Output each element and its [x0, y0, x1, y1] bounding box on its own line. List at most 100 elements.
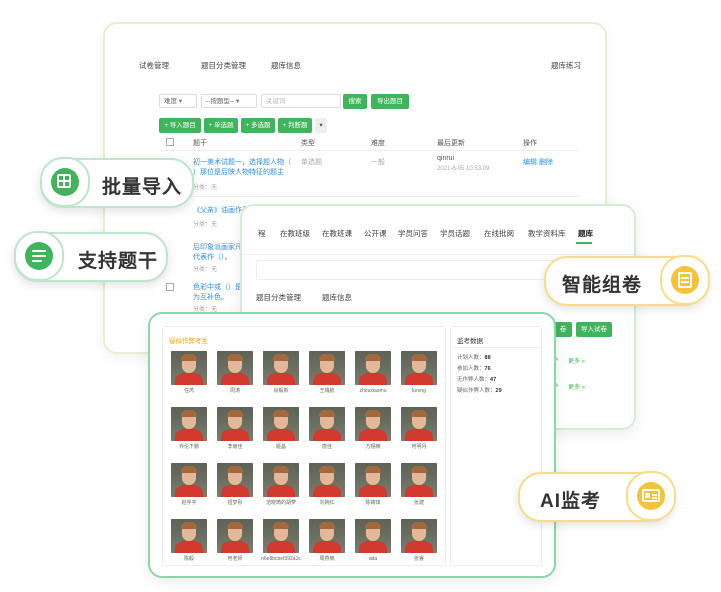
student-photo[interactable] [217, 407, 253, 441]
question-category: 分类：无 [193, 222, 218, 228]
student-photo[interactable] [217, 351, 253, 385]
more-link[interactable]: 更多 » [568, 356, 585, 365]
question-title[interactable]: 色彩中或（）是 [193, 282, 242, 292]
student-photo[interactable] [171, 351, 207, 385]
student-name: 唐佳 [321, 444, 332, 450]
row-checkbox[interactable] [166, 283, 174, 291]
keyword-input[interactable]: 关键词 [261, 94, 341, 108]
student-photo[interactable] [355, 519, 391, 553]
add-true-false-button[interactable]: + 判断题 [278, 118, 312, 133]
question-type: 单选题 [301, 159, 322, 166]
student-photo[interactable] [171, 407, 207, 441]
question-difficulty: 一般 [371, 159, 385, 166]
search-button[interactable]: 搜索 [343, 94, 367, 109]
student-name: ada [368, 556, 378, 562]
nav-tab-course[interactable]: 程 [258, 228, 266, 239]
student-name: 万翔楠 [365, 444, 381, 450]
nav-tab-bank-practice[interactable]: 题库练习 [551, 60, 581, 71]
student-photo[interactable] [309, 407, 345, 441]
student-photo[interactable] [401, 463, 437, 497]
question-type-select[interactable]: --按题型-- ▾ [201, 94, 257, 108]
nav-tab-question-bank[interactable]: 题库 [578, 228, 593, 239]
more-dropdown-button[interactable]: ▾ [315, 118, 327, 133]
more-link[interactable]: 更多 » [568, 382, 585, 391]
student-photo[interactable] [401, 351, 437, 385]
difficulty-select[interactable]: 难度 ▾ [159, 94, 197, 108]
edit-link[interactable]: 编辑 [523, 157, 537, 167]
col-header-updated: 最后更新 [437, 140, 465, 147]
nav-tab-exam-management[interactable]: 试卷管理 [139, 60, 169, 71]
compose-paper-button[interactable]: 卷 [554, 322, 572, 337]
student-photo[interactable] [263, 519, 299, 553]
question-category: 分类：无 [193, 267, 218, 273]
student-photo[interactable] [309, 351, 345, 385]
question-title-cont[interactable]: ）那位是后映人物特征的题主 [193, 167, 284, 177]
proctoring-panel: 疑似作弊考生 任芮 周涛 肖毅新 王瑞航 zhouxiaomu lurong 乔伦下鹏 李雨佳… [148, 312, 556, 578]
nav-tab-student-qa[interactable]: 学员问答 [398, 228, 428, 239]
nav-tab-bank-info[interactable]: 题库信息 [271, 60, 301, 71]
suspects-section: 疑似作弊考生 任芮 周涛 肖毅新 王瑞航 zhouxiaomu lurong 乔伦下鹏 李雨佳… [162, 326, 446, 566]
student-photo[interactable] [217, 463, 253, 497]
student-photo[interactable] [171, 463, 207, 497]
sub-nav-bank-info[interactable]: 题库信息 [322, 292, 352, 303]
student-name: lurong [412, 388, 426, 394]
student-photo[interactable] [355, 351, 391, 385]
student-name: 周涛 [229, 388, 240, 394]
proctor-stats-section: 监考数据 计划人数：88 参加人数：76 无作弊人数：47 疑似作弊人数：29 [450, 326, 542, 566]
batch-import-icon [40, 157, 90, 207]
student-name: 王瑞航 [319, 388, 335, 394]
suspects-title: 疑似作弊考生 [169, 338, 208, 345]
student-photo[interactable] [171, 519, 207, 553]
student-photo[interactable] [309, 463, 345, 497]
nav-tab-student-topics[interactable]: 学员话题 [440, 228, 470, 239]
stat-attended: 参加人数：76 [457, 366, 491, 372]
student-name: 陈婧琪 [365, 500, 381, 506]
add-single-choice-button[interactable]: + 单选题 [204, 118, 238, 133]
student-name: 肖毅新 [273, 388, 289, 394]
import-questions-button[interactable]: + 导入题目 [159, 118, 201, 133]
col-header-difficulty: 难度 [371, 140, 385, 147]
nav-tab-teaching-courses[interactable]: 在教班课 [322, 228, 352, 239]
col-header-actions: 操作 [523, 140, 537, 147]
export-questions-button[interactable]: 导出题目 [371, 94, 409, 109]
feature-ai-proctor: AI监考 [518, 471, 676, 522]
feature-label: 支持题干 [78, 251, 159, 272]
student-photo[interactable] [263, 351, 299, 385]
student-name: zhouxiaomu [359, 388, 387, 394]
sub-nav-question-category[interactable]: 题目分类管理 [256, 292, 301, 303]
question-title-cont[interactable]: 代表作（）。 [193, 252, 232, 262]
student-name: 姬晶 [275, 444, 286, 450]
student-photo[interactable] [263, 407, 299, 441]
stat-suspected: 疑似作弊人数：29 [457, 388, 502, 394]
select-all-checkbox[interactable] [166, 138, 174, 146]
import-paper-button[interactable]: 导入试卷 [576, 322, 612, 337]
col-header-type: 类型 [301, 140, 315, 147]
question-title-cont[interactable]: 为互补色。 [193, 292, 228, 302]
stat-planned: 计划人数：88 [457, 355, 491, 361]
question-title[interactable]: 初一美术试题一，选择题人物（ [193, 157, 291, 167]
nav-tab-teaching-classes[interactable]: 在教班级 [280, 228, 310, 239]
add-multi-choice-button[interactable]: + 多选题 [241, 118, 275, 133]
student-name: 范晓琦的胡萝 [265, 500, 296, 506]
student-name: 何老师 [227, 556, 243, 562]
student-photo[interactable] [309, 519, 345, 553]
student-name: n6e8bcbef392a1c [261, 556, 301, 562]
student-photo[interactable] [355, 463, 391, 497]
student-name: 何明月 [411, 444, 427, 450]
student-name: 张睿 [413, 556, 424, 562]
updated-time: 2021-6-05 10:53:09 [437, 166, 490, 172]
question-category: 分类：无 [193, 185, 218, 191]
nav-tab-online-review[interactable]: 在线批阅 [484, 228, 514, 239]
delete-link[interactable]: 删除 [539, 157, 553, 167]
student-photo[interactable] [355, 407, 391, 441]
nav-tab-question-category[interactable]: 题目分类管理 [201, 60, 246, 71]
stem-support-icon [14, 231, 64, 281]
nav-tab-open-courses[interactable]: 公开课 [364, 228, 387, 239]
nav-tab-teaching-materials[interactable]: 教学资料库 [528, 228, 566, 239]
feature-label: 批量导入 [102, 177, 183, 198]
student-photo[interactable] [401, 407, 437, 441]
ai-proctor-icon [626, 471, 676, 521]
student-photo[interactable] [263, 463, 299, 497]
student-photo[interactable] [401, 519, 437, 553]
student-photo[interactable] [217, 519, 253, 553]
